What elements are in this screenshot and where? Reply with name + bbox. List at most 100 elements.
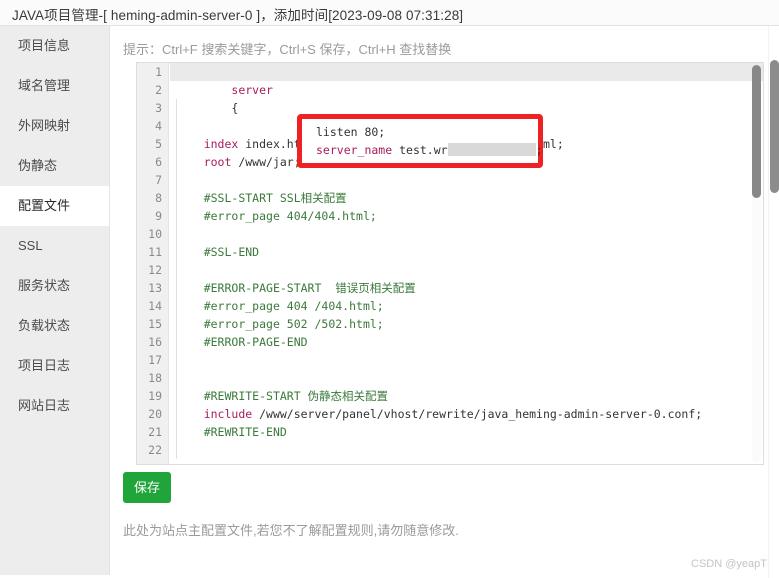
sidebar-item-load-status[interactable]: 负载状态 [0, 306, 109, 346]
code-line-21[interactable]: #REWRITE-END [170, 423, 763, 441]
code-token-value: /www/jar; [231, 155, 301, 169]
code-token-value: /www/server/panel/vhost/rewrite/java_hem… [252, 407, 703, 421]
indent-guide [176, 261, 177, 279]
editor-line-number-gutter: 1 2 3 4 5 6 7 8 9 10 11 12 13 14 15 16 1… [137, 63, 169, 464]
indent-guide [176, 189, 177, 207]
sidebar-item-pseudo-static[interactable]: 伪静态 [0, 146, 109, 186]
line-number: 17 [148, 353, 162, 367]
line-number: 14 [148, 299, 162, 313]
line-number: 13 [148, 281, 162, 295]
line-number: 21 [148, 425, 162, 439]
code-token-semicolon: ; [535, 143, 543, 157]
editor-scrollbar-thumb[interactable] [752, 65, 761, 198]
code-token-comment: #REWRITE-END [203, 425, 287, 439]
line-number: 1 [155, 65, 162, 79]
indent-guide [176, 99, 177, 117]
code-token-comment: #REWRITE-START 伪静态相关配置 [203, 389, 389, 403]
code-token-value: listen 80; [316, 125, 386, 139]
indent-guide [176, 315, 177, 333]
code-token-comment: #ERROR-PAGE-END [203, 335, 308, 349]
sidebar-item-config-file[interactable]: 配置文件 [0, 186, 109, 226]
line-number: 9 [155, 209, 162, 223]
code-line-9[interactable]: #error_page 404/404.html; [170, 207, 763, 225]
indent-guide [176, 225, 177, 243]
code-token-comment: #SSL-START SSL相关配置 [203, 191, 347, 205]
indent-guide [176, 297, 177, 315]
line-number: 2 [155, 83, 162, 97]
code-token-comment: #error_page 502 /502.html; [203, 317, 384, 331]
code-token-comment: #ERROR-PAGE-START 错误页相关配置 [203, 281, 416, 295]
code-token-keyword: root [203, 155, 232, 169]
code-line-20[interactable]: include /www/server/panel/vhost/rewrite/… [170, 405, 763, 423]
footer-note: 此处为站点主配置文件,若您不了解配置规则,请勿随意修改. [123, 523, 459, 538]
indent-guide [176, 135, 177, 153]
code-line-12[interactable] [170, 261, 763, 279]
code-line-14[interactable]: #error_page 404 /404.html; [170, 297, 763, 315]
csdn-watermark: CSDN @yeapT [691, 558, 767, 570]
line-number: 12 [148, 263, 162, 277]
indent-guide [176, 243, 177, 261]
shortcut-hint-text: 提示：Ctrl+F 搜索关键字，Ctrl+S 保存，Ctrl+H 查找替换 [123, 42, 452, 57]
sidebar-item-domain-management[interactable]: 域名管理 [0, 66, 109, 106]
code-token-keyword: server_name [316, 143, 393, 157]
sidebar-item-project-log[interactable]: 项目日志 [0, 346, 109, 386]
line-number: 15 [148, 317, 162, 331]
code-line-8[interactable]: #SSL-START SSL相关配置 [170, 189, 763, 207]
code-token-comment: #SSL-END [203, 245, 260, 259]
code-token-comment: #error_page 404/404.html; [203, 209, 377, 223]
indent-guide [176, 423, 177, 441]
code-line-16[interactable]: #ERROR-PAGE-END [170, 333, 763, 351]
code-line-7[interactable] [170, 171, 763, 189]
sidebar-item-external-mapping[interactable]: 外网映射 [0, 106, 109, 146]
line-number: 19 [148, 389, 162, 403]
red-annotation-box: listen 80; server_name test.wr; [297, 114, 543, 168]
indent-guide [176, 153, 177, 171]
line-number: 18 [148, 371, 162, 385]
code-line-15[interactable]: #error_page 502 /502.html; [170, 315, 763, 333]
line-number: 3 [155, 101, 162, 115]
line-number: 8 [155, 191, 162, 205]
editor-vertical-scrollbar[interactable] [752, 65, 761, 462]
line-number: 16 [148, 335, 162, 349]
indent-guide [176, 171, 177, 189]
line-number: 22 [148, 443, 162, 457]
page-title: JAVA项目管理-[ heming-admin-server-0 ]，添加时间[… [12, 8, 464, 23]
indent-guide [176, 333, 177, 351]
code-line-1[interactable]: server [170, 63, 763, 97]
main-content: 提示：Ctrl+F 搜索关键字，Ctrl+S 保存，Ctrl+H 查找替换 1 … [111, 26, 779, 578]
page-scrollbar-thumb[interactable] [770, 60, 779, 193]
indent-guide [176, 369, 177, 387]
code-line-13[interactable]: #ERROR-PAGE-START 错误页相关配置 [170, 279, 763, 297]
sidebar-item-site-log[interactable]: 网站日志 [0, 386, 109, 426]
page-vertical-scrollbar[interactable] [768, 26, 779, 578]
save-button[interactable]: 保存 [123, 472, 171, 503]
line-number: 10 [148, 227, 162, 241]
sidebar-item-service-status[interactable]: 服务状态 [0, 266, 109, 306]
code-line-17[interactable] [170, 351, 763, 369]
code-line-22[interactable] [170, 441, 763, 459]
window-title-bar: JAVA项目管理-[ heming-admin-server-0 ]，添加时间[… [0, 0, 779, 26]
line-number: 4 [155, 119, 162, 133]
indent-guide [176, 387, 177, 405]
sidebar-item-project-info[interactable]: 项目信息 [0, 26, 109, 66]
indent-guide [176, 405, 177, 423]
code-token-value: test.wr [392, 143, 448, 157]
line-number: 11 [148, 245, 162, 259]
indent-guide [176, 441, 177, 459]
line-number: 6 [155, 155, 162, 169]
code-line-18[interactable] [170, 369, 763, 387]
indent-guide [176, 207, 177, 225]
sidebar-item-ssl[interactable]: SSL [0, 226, 109, 266]
code-token-keyword: include [203, 407, 253, 421]
code-token-comment: #error_page 404 /404.html; [203, 299, 384, 313]
indent-guide [176, 117, 177, 135]
indent-guide [176, 351, 177, 369]
line-number: 20 [148, 407, 162, 421]
code-line-10[interactable] [170, 225, 763, 243]
code-line-19[interactable]: #REWRITE-START 伪静态相关配置 [170, 387, 763, 405]
annotated-line-server-name: server_name test.wr; [302, 141, 543, 159]
line-number: 5 [155, 137, 162, 151]
code-line-11[interactable]: #SSL-END [170, 243, 763, 261]
code-line-2[interactable]: { [170, 81, 763, 115]
indent-guide [176, 279, 177, 297]
